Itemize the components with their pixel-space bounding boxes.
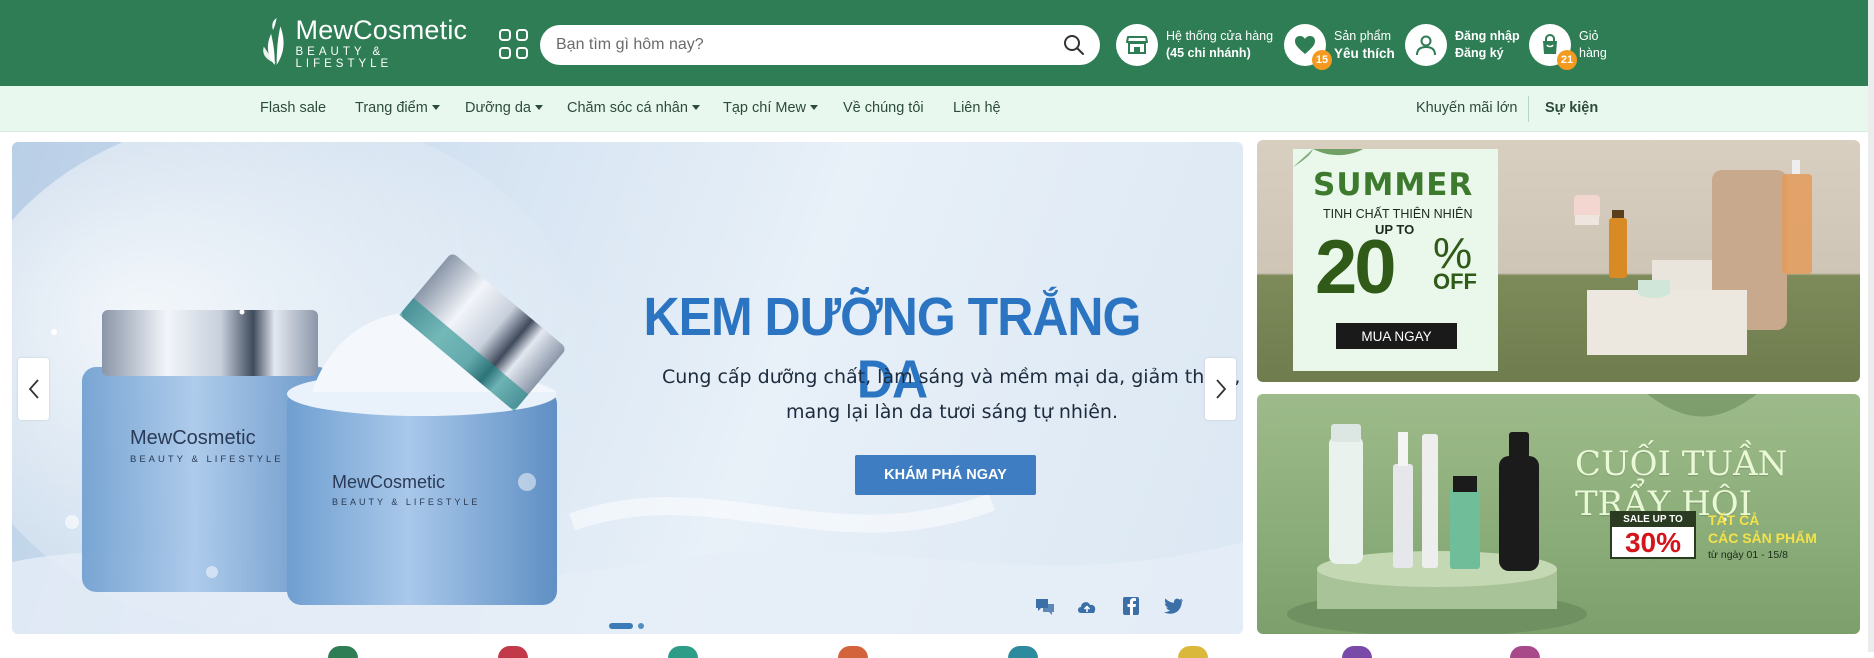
category-icon-peek [1342,646,1372,658]
hero-explore-button[interactable]: KHÁM PHÁ NGAY [855,455,1036,495]
category-icon-peek [1178,646,1208,658]
heart-icon: 15 [1284,24,1332,70]
summer-subtitle: TINH CHẤT THIÊN NHIÊN [1323,207,1473,221]
weekend-sale-box: SALE UP TO 30% [1610,511,1696,559]
summer-title: SUMMER [1313,167,1474,203]
hero-subtitle-line1: Cung cấp dưỡng chất, làm sáng và mềm mại… [662,366,1242,388]
nav-divider [1528,96,1529,122]
slider-pagination [609,623,644,629]
hero-slider: MewCosmetic BEAUTY & LIFESTYLE MewCosmet… [12,142,1243,634]
store-label: Hệ thống cửa hàng [1166,29,1274,43]
nav-contact[interactable]: Liên hệ [953,100,1001,116]
wishlist-badge: 15 [1312,50,1332,70]
facebook-icon[interactable] [1119,595,1143,617]
slider-prev-button[interactable] [18,358,49,420]
slide-dot-active[interactable] [609,623,633,629]
weekend-all-products: TẤT CẢ CÁC SẢN PHẨM [1708,511,1817,547]
hero-subtitle-line2: mang lại làn da tươi sáng tự nhiên. [785,401,1119,423]
nav-skincare[interactable]: Dưỡng da [465,100,543,116]
site-header: MewCosmetic BEAUTY & LIFESTYLE Hệ thống … [0,0,1874,86]
search-icon[interactable] [1062,33,1086,57]
nav-mew-magazine[interactable]: Tạp chí Mew [723,100,818,116]
jar-brand: MewCosmetic [130,427,256,449]
wishlist-link[interactable]: 15 Sản phẩm Yêu thích [1284,23,1395,70]
twitter-icon[interactable] [1161,595,1185,617]
category-icon-peek [328,646,358,658]
weekend-sale-value: 30% [1624,527,1682,558]
category-icon-peek [668,646,698,658]
search-bar [540,25,1100,65]
category-icon-peek [838,646,868,658]
weekend-all-line1: TẤT CẢ [1708,512,1760,528]
category-grid-icon[interactable] [499,29,529,59]
nav-big-promo[interactable]: Khuyến mãi lớn [1416,100,1517,116]
nav-makeup[interactable]: Trang điểm [355,100,440,116]
caret-down-icon [810,105,818,110]
nav-events[interactable]: Sự kiện [1545,100,1598,116]
store-system-link[interactable]: Hệ thống cửa hàng (45 chi nhánh) [1116,23,1273,67]
category-icon-peek [1008,646,1038,658]
user-icon [1405,24,1447,66]
slider-next-button[interactable] [1205,358,1236,420]
hero-subtitle: Cung cấp dưỡng chất, làm sáng và mềm mại… [662,360,1242,430]
cart-label: Giỏ [1579,29,1599,43]
register-label[interactable]: Đăng ký [1455,46,1504,60]
nav-label: Flash sale [260,100,327,116]
account-link[interactable]: Đăng nhập Đăng ký [1405,23,1520,67]
wishlist-label: Sản phẩm [1334,28,1391,43]
jar-brand: MewCosmetic [332,472,446,492]
nav-label: Về chúng tôi [843,100,924,116]
main-nav: Flash sale Trang điểm Dưỡng da Chăm sóc … [0,86,1874,132]
summer-promo-card: SUMMER TINH CHẤT THIÊN NHIÊN UP TO 20 % … [1293,149,1498,371]
site-logo[interactable]: MewCosmetic BEAUTY & LIFESTYLE [262,14,472,70]
summer-sale-banner[interactable]: SUMMER TINH CHẤT THIÊN NHIÊN UP TO 20 % … [1257,140,1860,382]
store-count: (45 chi nhánh) [1166,46,1251,60]
logo-name: MewCosmetic [295,14,468,45]
nav-label: Tạp chí Mew [723,100,806,116]
caret-down-icon [534,105,543,110]
category-icon-peek [1510,646,1540,658]
nav-label: Trang điểm [355,100,428,116]
weekend-sale-banner[interactable]: CUỐI TUẦN TRẨY HỘI SALE UP TO 30% TẤT CẢ… [1257,394,1860,634]
summer-discount-number: 20 [1315,225,1397,310]
shopping-bag-icon: 21 [1529,24,1577,70]
cart-link[interactable]: 21 Giỏ hàng [1529,23,1607,70]
store-icon [1116,24,1158,66]
weekend-sale-label: SALE UP TO [1612,513,1694,527]
logo-lotus-icon [263,18,284,65]
chevron-right-icon [1215,379,1226,399]
nav-personal-care[interactable]: Chăm sóc cá nhân [567,100,700,116]
wishlist-sublabel: Yêu thích [1334,45,1395,61]
search-input[interactable] [556,36,1062,54]
nav-about-us[interactable]: Về chúng tôi [843,100,924,116]
chat-bubble-icon[interactable] [1033,595,1057,617]
weekend-date-range: từ ngày 01 - 15/8 [1708,549,1788,561]
caret-down-icon [691,105,700,110]
nav-label: Chăm sóc cá nhân [567,100,688,116]
nav-label: Dưỡng da [465,100,531,116]
nav-flash-sale[interactable]: Flash sale [260,100,326,116]
jar-tagline: BEAUTY & LIFESTYLE [332,497,481,507]
login-label[interactable]: Đăng nhập [1455,29,1520,43]
cloud-upload-icon[interactable] [1075,595,1099,617]
chevron-left-icon [28,379,39,399]
page-scrollbar[interactable] [1868,0,1874,652]
summer-buy-now-button[interactable]: MUA NGAY [1336,323,1457,349]
cart-sublabel: hàng [1579,46,1607,60]
nav-label: Liên hệ [953,100,1001,116]
logo-tagline: BEAUTY & LIFESTYLE [295,45,393,70]
cart-badge: 21 [1557,50,1577,70]
slide-dot[interactable] [638,623,644,629]
jar-label-front: MewCosmetic BEAUTY & LIFESTYLE [332,472,480,512]
summer-off-label: OFF [1433,269,1477,294]
jar-label-back: MewCosmetic BEAUTY & LIFESTYLE [130,427,284,471]
category-icon-peek [498,646,528,658]
caret-down-icon [431,105,440,110]
weekend-all-line2: CÁC SẢN PHẨM [1708,530,1817,546]
jar-tagline: BEAUTY & LIFESTYLE [130,454,284,465]
